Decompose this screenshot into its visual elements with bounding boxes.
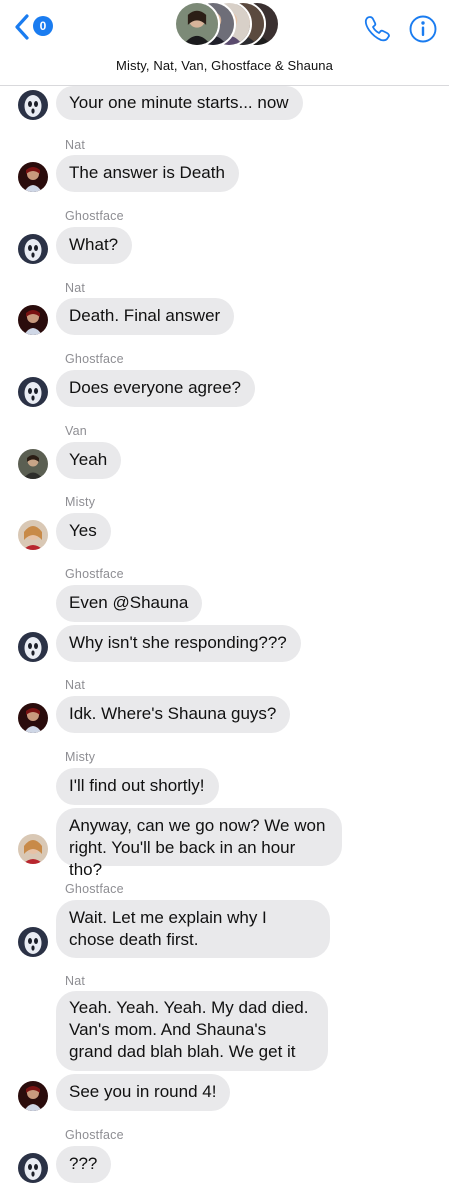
message-bubble[interactable]: Your one minute starts... now xyxy=(56,86,303,120)
phone-icon[interactable] xyxy=(362,14,392,44)
avatar-nat[interactable] xyxy=(18,305,48,335)
chevron-left-icon xyxy=(15,14,29,40)
message-bubble[interactable]: Does everyone agree? xyxy=(56,370,256,407)
avatar-group-member xyxy=(174,1,220,47)
message-bubble[interactable]: Wait. Let me explain why I chose death f… xyxy=(56,900,330,958)
unread-badge: 0 xyxy=(33,16,53,36)
avatar-ghostface[interactable] xyxy=(18,927,48,957)
message-bubble[interactable]: What? xyxy=(56,227,133,264)
sender-label: Nat xyxy=(65,138,86,152)
sender-label: Misty xyxy=(65,495,96,509)
message-bubble[interactable]: See you in round 4! xyxy=(56,1074,231,1111)
message-bubble[interactable]: Death. Final answer xyxy=(56,298,235,335)
avatar-nat[interactable] xyxy=(18,703,48,733)
sender-label: Misty xyxy=(65,750,96,764)
message-bubble[interactable]: Even @Shauna xyxy=(56,585,203,622)
sender-label: Van xyxy=(65,424,87,438)
message-bubble[interactable]: Yeah. Yeah. Yeah. My dad died. Van's mom… xyxy=(56,991,328,1071)
avatar-ghostface[interactable] xyxy=(18,234,48,264)
sender-label: Ghostface xyxy=(65,1128,124,1142)
avatar-ghostface[interactable] xyxy=(18,1153,48,1183)
sender-label: Ghostface xyxy=(65,352,124,366)
sender-label: Nat xyxy=(65,281,86,295)
conversation-header: 0 Misty, Nat, Van, Ghostface & Shauna xyxy=(0,0,449,86)
message-bubble[interactable]: Why isn't she responding??? xyxy=(56,625,301,662)
avatar-ghostface[interactable] xyxy=(18,632,48,662)
back-button[interactable]: 0 xyxy=(14,12,58,42)
message-bubble[interactable]: The answer is Death xyxy=(56,155,239,192)
avatar-misty[interactable] xyxy=(18,834,48,864)
group-avatar-stack[interactable] xyxy=(174,0,282,50)
sender-label: Ghostface xyxy=(65,882,124,896)
message-bubble[interactable]: ??? xyxy=(56,1146,112,1183)
avatar-nat[interactable] xyxy=(18,162,48,192)
message-bubble[interactable]: Idk. Where's Shauna guys? xyxy=(56,696,291,733)
message-bubble[interactable]: I'll find out shortly! xyxy=(56,768,219,805)
info-icon[interactable] xyxy=(408,14,438,44)
message-thread: Your one minute starts... now Nat The an… xyxy=(0,0,449,1200)
message-bubble[interactable]: Yeah xyxy=(56,442,122,479)
message-bubble[interactable]: Anyway, can we go now? We won right. You… xyxy=(56,808,342,879)
avatar-van[interactable] xyxy=(18,449,48,479)
message-bubble[interactable]: Yes xyxy=(56,513,111,550)
sender-label: Ghostface xyxy=(65,209,124,223)
avatar-misty[interactable] xyxy=(18,520,48,550)
sender-label: Nat xyxy=(65,974,86,988)
avatar-ghostface[interactable] xyxy=(18,90,48,120)
group-name[interactable]: Misty, Nat, Van, Ghostface & Shauna xyxy=(0,58,449,73)
avatar-ghostface[interactable] xyxy=(18,377,48,407)
sender-label: Nat xyxy=(65,678,86,692)
avatar-nat[interactable] xyxy=(18,1081,48,1111)
sender-label: Ghostface xyxy=(65,567,124,581)
